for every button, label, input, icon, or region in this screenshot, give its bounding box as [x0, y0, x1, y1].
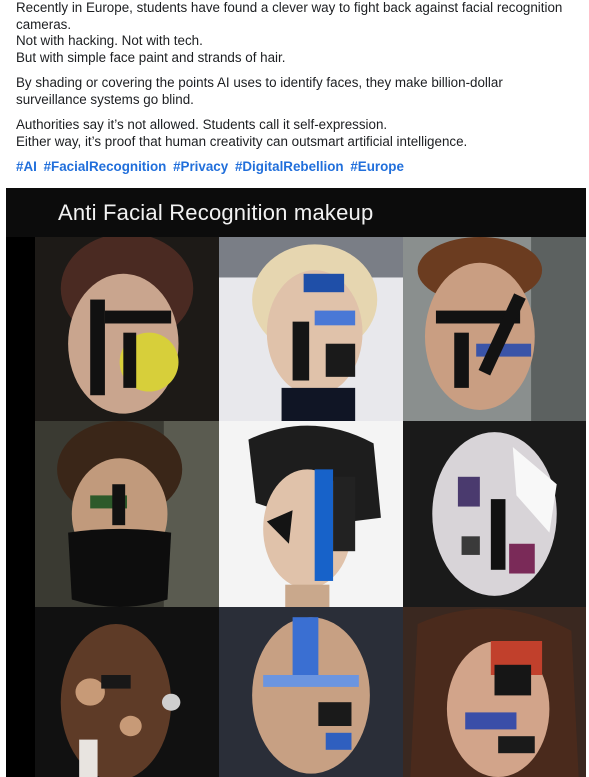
post-line: Authorities say it’s not allowed. Studen…: [16, 117, 388, 132]
hashtag-link[interactable]: #DigitalRebellion: [235, 159, 344, 174]
post-line: Not with hacking. Not with tech.: [16, 33, 203, 48]
post-image[interactable]: Anti Facial Recognition makeup: [6, 188, 586, 777]
photo-grid: [35, 237, 586, 777]
hashtag-link[interactable]: #Europe: [350, 159, 404, 174]
hashtag-link[interactable]: #Privacy: [173, 159, 228, 174]
image-title: Anti Facial Recognition makeup: [58, 200, 374, 225]
paragraph-3: Authorities say it’s not allowed. Studen…: [16, 117, 576, 150]
post-line: By shading or covering the points AI use…: [16, 75, 503, 107]
hashtag-link[interactable]: #AI: [16, 159, 37, 174]
image-header: Anti Facial Recognition makeup: [6, 188, 586, 237]
post-line: Recently in Europe, students have found …: [16, 0, 563, 32]
hashtag-link[interactable]: #FacialRecognition: [44, 159, 167, 174]
photo-tile: [219, 421, 403, 607]
post-line: Either way, it’s proof that human creati…: [16, 133, 468, 149]
post-text: Recently in Europe, students have found …: [16, 0, 576, 176]
photo-tile: [219, 607, 403, 777]
photo-tile: [35, 237, 219, 421]
paragraph-1: Recently in Europe, students have found …: [16, 0, 576, 66]
photo-tile: [35, 607, 219, 777]
photo-tile: [403, 421, 586, 607]
photo-tile: [35, 421, 219, 607]
hashtag-list: #AI #FacialRecognition #Privacy #Digital…: [16, 159, 576, 176]
paragraph-2: By shading or covering the points AI use…: [16, 75, 576, 108]
photo-tile: [403, 237, 586, 421]
photo-tile: [403, 607, 586, 777]
post-line: But with simple face paint and strands o…: [16, 49, 286, 65]
photo-tile: [219, 237, 403, 421]
